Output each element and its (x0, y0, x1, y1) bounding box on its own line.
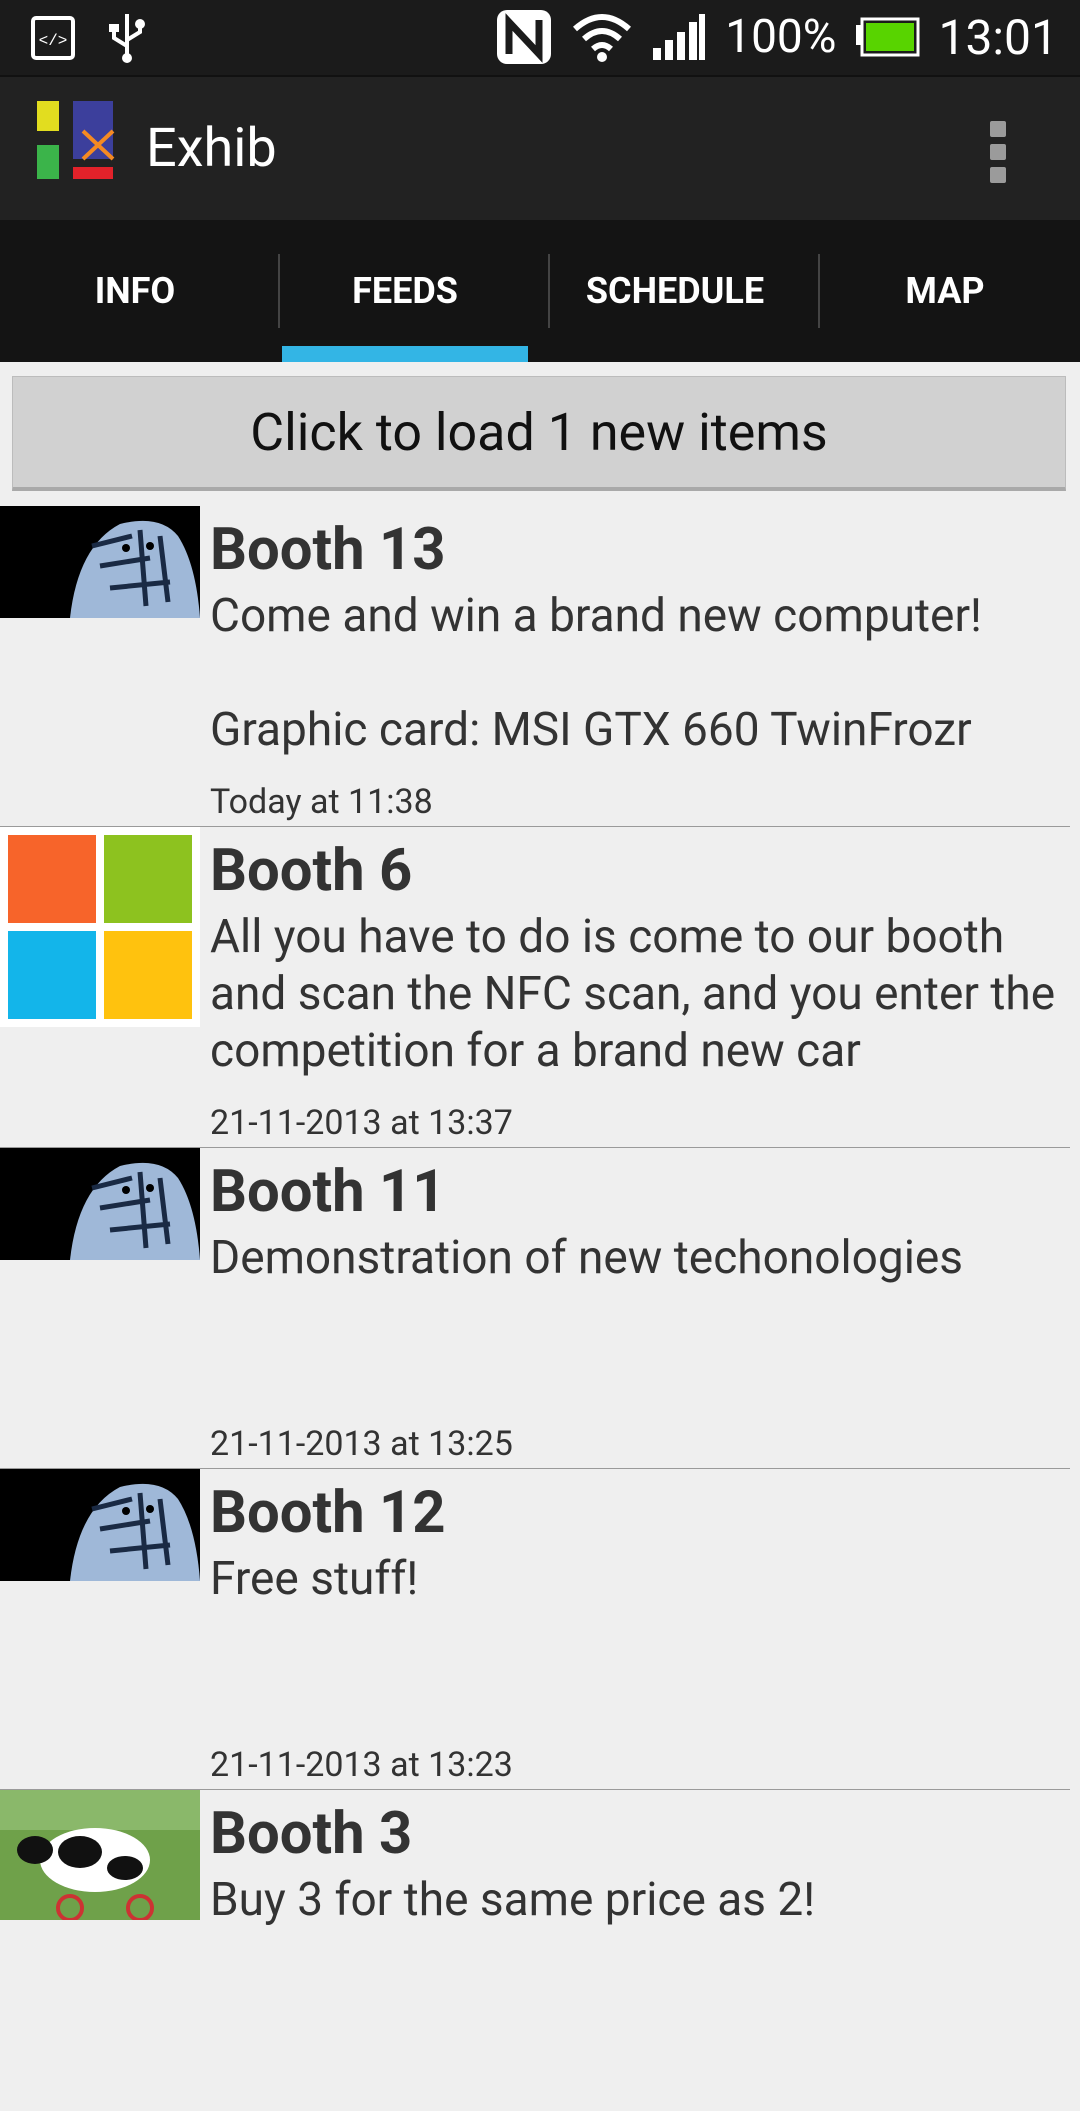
windows-logo-thumbnail (0, 827, 200, 1027)
feed-message: All you have to do is come to our booth … (210, 910, 1056, 1078)
wifi-icon (571, 11, 633, 63)
feed-message: Free stuff! (210, 1552, 419, 1606)
booth-title: Booth 6 (210, 837, 413, 905)
app-title: Exhib (146, 117, 277, 180)
tiger-thumbnail (0, 1148, 200, 1260)
tab-info[interactable]: INFO (0, 220, 270, 362)
feed-timestamp: 21-11-2013 at 13:37 (210, 1103, 513, 1143)
feed-item[interactable]: Booth 3 Buy 3 for the same price as 2! (0, 1790, 1070, 2111)
app-logo-icon[interactable] (37, 101, 117, 181)
booth-title: Booth 3 (210, 1800, 413, 1868)
tiger-thumbnail (0, 506, 200, 618)
tiger-thumbnail (0, 1469, 200, 1581)
usb-icon (104, 12, 150, 64)
feed-message: Demonstration of new techonologies (210, 1231, 964, 1285)
tab-feeds[interactable]: FEEDS (270, 220, 540, 362)
tab-map[interactable]: MAP (810, 220, 1080, 362)
feed-list: Booth 13 Come and win a brand new comput… (0, 506, 1070, 2111)
load-new-items-button[interactable]: Click to load 1 new items (12, 376, 1066, 491)
feed-item[interactable]: Booth 12 Free stuff! 21-11-2013 at 13:23 (0, 1469, 1070, 1790)
status-bar: </> 100% 13:01 (0, 0, 1080, 75)
booth-title: Booth 12 (210, 1479, 446, 1547)
feed-item[interactable]: Booth 6 All you have to do is come to ou… (0, 827, 1070, 1148)
developer-icon: </> (30, 15, 76, 61)
tab-bar: INFO FEEDS SCHEDULE MAP (0, 220, 1080, 362)
booth-title: Booth 13 (210, 516, 446, 584)
feed-timestamp: 21-11-2013 at 13:25 (210, 1424, 513, 1464)
cow-thumbnail (0, 1790, 200, 1920)
overflow-menu-icon[interactable] (990, 121, 1010, 183)
feed-timestamp: 21-11-2013 at 13:23 (210, 1745, 513, 1785)
tab-schedule[interactable]: SCHEDULE (540, 220, 810, 362)
clock: 13:01 (938, 8, 1058, 66)
booth-title: Booth 11 (210, 1158, 446, 1226)
battery-icon (854, 17, 920, 57)
svg-text:</>: </> (39, 32, 68, 50)
feed-timestamp: Today at 11:38 (210, 782, 433, 822)
feed-message: Come and win a brand new computer! Graph… (210, 589, 982, 757)
feed-message: Buy 3 for the same price as 2! (210, 1873, 816, 1927)
feed-item[interactable]: Booth 11 Demonstration of new techonolog… (0, 1148, 1070, 1469)
signal-icon (651, 12, 707, 62)
feed-item[interactable]: Booth 13 Come and win a brand new comput… (0, 506, 1070, 827)
nfc-icon (495, 8, 553, 66)
battery-percent: 100% (725, 10, 837, 64)
app-bar: Exhib (0, 75, 1080, 222)
